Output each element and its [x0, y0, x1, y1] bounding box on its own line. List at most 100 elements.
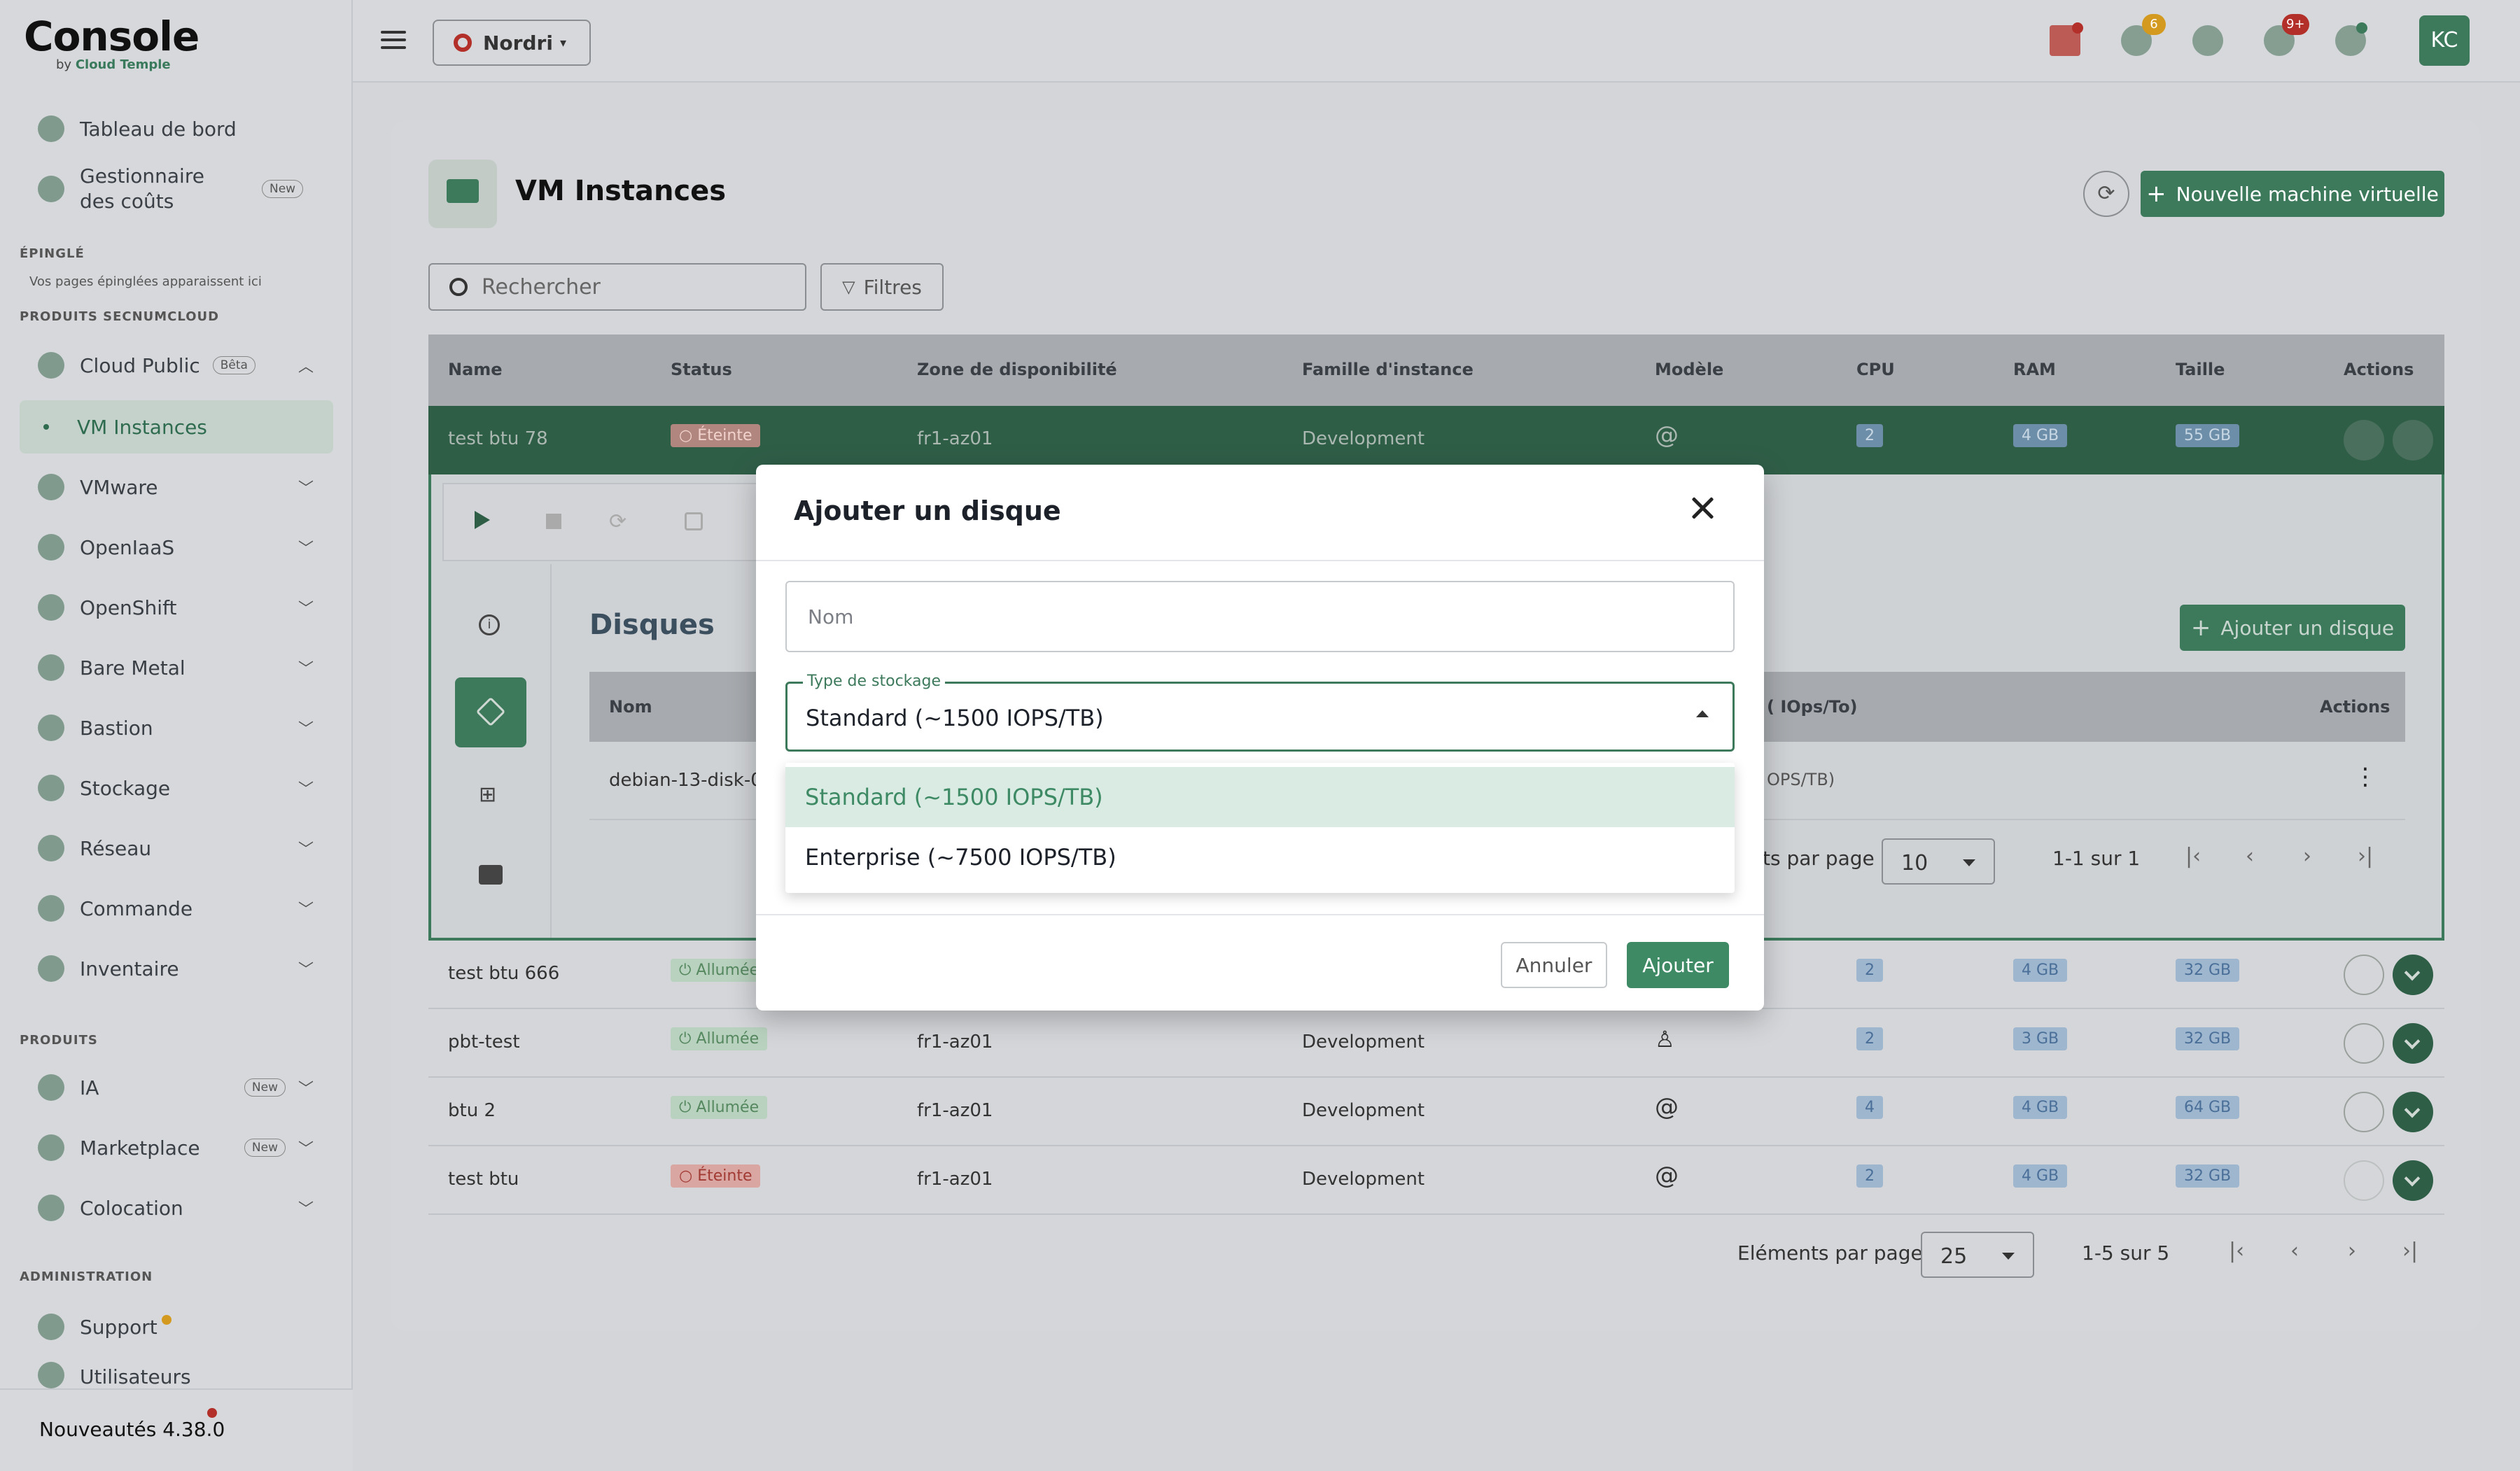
expand-row-button[interactable]: [2393, 1023, 2433, 1064]
store-icon: [38, 1134, 64, 1161]
sidebar-item-label: Bastion: [80, 716, 153, 740]
user-avatar[interactable]: KC: [2419, 15, 2470, 66]
more-vertical-icon[interactable]: ⋮: [2353, 763, 2377, 791]
info-icon[interactable]: i: [479, 614, 500, 635]
sidebar-item-dashboard[interactable]: Tableau de bord: [20, 102, 333, 155]
status-badge: ⏻ Allumée: [671, 1096, 768, 1119]
new-vm-button[interactable]: + Nouvelle machine virtuelle: [2141, 171, 2444, 217]
option-enterprise[interactable]: Enterprise (~7500 IOPS/TB): [785, 827, 1735, 887]
storage-type-select[interactable]: Type de stockage Standard (~1500 IOPS/TB…: [785, 673, 1735, 752]
expand-row-button[interactable]: [2393, 1092, 2433, 1132]
expand-row-button[interactable]: [2393, 955, 2433, 995]
sidebar-item-vmware[interactable]: VMware ﹀: [20, 460, 333, 514]
console-logo[interactable]: Console by Cloud Temple: [24, 13, 200, 72]
server-icon: [38, 654, 64, 681]
chevron-down-icon: ﹀: [298, 841, 314, 859]
storage-type-label: Type de stockage: [803, 673, 945, 690]
col-name[interactable]: Name: [448, 360, 503, 379]
col-disk-name[interactable]: Nom: [609, 697, 652, 717]
sidebar-item-ia[interactable]: IA New ﹀: [20, 1061, 333, 1114]
sidebar-item-openiaas[interactable]: OpenIaaS ﹀: [20, 521, 333, 574]
sidebar-item-commande[interactable]: Commande ﹀: [20, 882, 333, 935]
sidebar-item-colocation[interactable]: Colocation ﹀: [20, 1181, 333, 1234]
col-actions: Actions: [2344, 360, 2414, 379]
refresh-row-button[interactable]: [2344, 420, 2384, 460]
cell-zone: fr1-az01: [917, 428, 993, 449]
sidebar-item-support[interactable]: Support: [20, 1300, 333, 1353]
cell-zone: fr1-az01: [917, 1100, 993, 1121]
sidebar-item-label: Utilisateurs: [80, 1365, 191, 1388]
collapse-row-button[interactable]: [2393, 420, 2433, 460]
search-input[interactable]: Rechercher: [428, 263, 806, 311]
organization-selector[interactable]: Nordri ▾: [433, 20, 591, 66]
next-page-icon[interactable]: ›: [2348, 1239, 2356, 1263]
last-page-icon[interactable]: ›|: [2402, 1239, 2418, 1263]
sidebar-item-costs[interactable]: Gestionnaire des coûts New: [20, 161, 333, 217]
news-version[interactable]: Nouveautés 4.38.0: [0, 1388, 353, 1471]
add-button[interactable]: Ajouter: [1627, 942, 1729, 988]
col-cpu[interactable]: CPU: [1856, 360, 1895, 379]
col-disk-actions: Actions: [2320, 697, 2390, 717]
console-row-button[interactable]: [2344, 1092, 2384, 1132]
col-disk-iops[interactable]: ( IOps/To): [1767, 697, 1858, 717]
console-icon[interactable]: [685, 512, 703, 530]
per-page-select[interactable]: 25: [1921, 1232, 2034, 1278]
console-row-button[interactable]: [2344, 1160, 2384, 1201]
next-page-icon[interactable]: ›: [2303, 844, 2311, 868]
disk-per-page-select[interactable]: 10: [1882, 838, 1995, 885]
camera-icon[interactable]: [479, 865, 503, 885]
first-page-icon[interactable]: |‹: [2185, 844, 2201, 868]
disk-name-input[interactable]: [788, 584, 1732, 649]
sidebar-item-users[interactable]: Utilisateurs: [20, 1359, 333, 1388]
storage-type-value: Standard (~1500 IOPS/TB): [806, 705, 1104, 731]
prev-page-icon[interactable]: ‹: [2246, 844, 2254, 868]
hamburger-menu-icon[interactable]: [381, 31, 406, 54]
first-page-icon[interactable]: |‹: [2229, 1239, 2244, 1263]
chat-icon[interactable]: [2192, 25, 2223, 56]
col-ram[interactable]: RAM: [2013, 360, 2056, 379]
col-size[interactable]: Taille: [2176, 360, 2225, 379]
ai-icon: [38, 1074, 64, 1101]
close-icon[interactable]: [1686, 491, 1719, 525]
restart-icon[interactable]: ⟳: [609, 509, 626, 534]
sidebar-item-reseau[interactable]: Réseau ﹀: [20, 822, 333, 875]
chevron-down-icon: ﹀: [298, 901, 314, 919]
per-page-label: Eléments par page: [1737, 1241, 1923, 1265]
network-icon[interactable]: ⊞: [479, 782, 503, 807]
play-icon[interactable]: [475, 511, 490, 529]
col-family[interactable]: Famille d'instance: [1302, 360, 1474, 379]
sidebar-item-label: Support: [80, 1315, 158, 1339]
sidebar-item-bastion[interactable]: Bastion ﹀: [20, 701, 333, 754]
stop-icon[interactable]: [546, 514, 561, 529]
add-disk-button[interactable]: + Ajouter un disque: [2180, 605, 2405, 651]
sidebar-item-openshift[interactable]: OpenShift ﹀: [20, 581, 333, 634]
table-row[interactable]: btu 2 ⏻ Allumée fr1-az01 Development @ 4…: [428, 1078, 2444, 1146]
page-range: 1-5 sur 5: [2082, 1241, 2170, 1265]
sidebar-item-bare-metal[interactable]: Bare Metal ﹀: [20, 641, 333, 694]
console-row-button[interactable]: [2344, 955, 2384, 995]
cell-size: 32 GB: [2176, 1164, 2240, 1188]
sidebar-item-vm-instances[interactable]: VM Instances: [20, 400, 333, 453]
col-zone[interactable]: Zone de disponibilité: [917, 360, 1117, 379]
chevron-down-icon: ﹀: [298, 540, 314, 558]
col-model[interactable]: Modèle: [1655, 360, 1723, 379]
expand-row-button[interactable]: [2393, 1160, 2433, 1201]
console-row-button[interactable]: [2344, 1023, 2384, 1064]
cancel-button[interactable]: Annuler: [1501, 942, 1607, 988]
table-row[interactable]: pbt-test ⏻ Allumée fr1-az01 Development …: [428, 1009, 2444, 1078]
table-row[interactable]: test btu ○ Éteinte fr1-az01 Development …: [428, 1146, 2444, 1215]
filters-button[interactable]: ▽ Filtres: [820, 263, 944, 311]
option-standard[interactable]: Standard (~1500 IOPS/TB): [785, 767, 1735, 827]
add-disk-label: Ajouter un disque: [2220, 616, 2395, 640]
sidebar-item-inventaire[interactable]: Inventaire ﹀: [20, 942, 333, 995]
sidebar-item-cloud-public[interactable]: Cloud Public Bêta ︿: [20, 339, 333, 392]
last-page-icon[interactable]: ›|: [2358, 844, 2373, 868]
sidebar-item-stockage[interactable]: Stockage ﹀: [20, 761, 333, 815]
sidebar-item-marketplace[interactable]: Marketplace New ﹀: [20, 1121, 333, 1174]
debian-icon: @: [1655, 421, 1679, 449]
disk-tab-button[interactable]: [455, 677, 526, 747]
refresh-button[interactable]: ⟳: [2083, 171, 2129, 217]
col-status[interactable]: Status: [671, 360, 732, 379]
cell-zone: fr1-az01: [917, 1032, 993, 1053]
prev-page-icon[interactable]: ‹: [2290, 1239, 2299, 1263]
